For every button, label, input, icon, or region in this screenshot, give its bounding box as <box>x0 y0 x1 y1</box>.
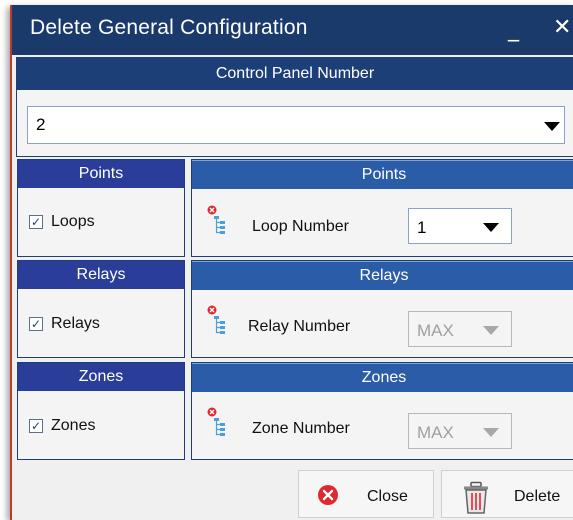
control-panel-header: Control Panel Number <box>17 58 573 90</box>
relays-left-box: Relays ✓ Relays <box>17 260 185 358</box>
title-bar[interactable]: Delete General Configuration _ ✕ <box>12 5 573 55</box>
chevron-down-icon <box>544 122 560 131</box>
zone-number-label: Zone Number <box>252 420 350 437</box>
trash-can-icon <box>464 481 488 514</box>
loop-number-select[interactable]: 1 <box>408 208 512 244</box>
chevron-down-icon <box>483 326 499 335</box>
zones-left-box: Zones ✓ Zones <box>17 362 185 460</box>
relays-checkbox-label: Relays <box>51 315 100 332</box>
loops-checkbox-label: Loops <box>51 213 95 230</box>
points-left-box: Points ✓ Loops <box>17 159 185 257</box>
relays-right-box: Relays Relay Number MAX <box>191 260 573 358</box>
delete-button-label: Delete <box>514 488 561 505</box>
relays-left-header: Relays <box>18 261 184 289</box>
window-title: Delete General Configuration <box>30 16 308 39</box>
zones-checkbox-label: Zones <box>51 417 96 434</box>
control-panel-select[interactable]: 2 <box>27 106 565 144</box>
chevron-down-icon <box>483 223 499 232</box>
close-button[interactable]: Close <box>298 470 434 518</box>
zones-left-header: Zones <box>18 363 184 391</box>
points-right-box: Points Loop Number 1 <box>191 159 573 257</box>
zones-checkbox[interactable]: ✓ <box>29 419 43 433</box>
relay-number-label: Relay Number <box>248 318 351 335</box>
red-x-circle-icon <box>318 485 338 505</box>
close-button-label: Close <box>367 488 408 505</box>
close-window-button[interactable]: ✕ <box>553 15 571 40</box>
control-panel-group: Control Panel Number 2 <box>16 57 573 157</box>
relay-number-value: MAX <box>417 321 454 340</box>
loop-number-value: 1 <box>417 218 427 237</box>
relays-right-header: Relays <box>192 261 573 290</box>
chevron-down-icon <box>483 428 499 437</box>
zone-number-select[interactable]: MAX <box>408 413 512 449</box>
zone-number-value: MAX <box>417 423 454 442</box>
delete-button[interactable]: Delete <box>441 470 573 518</box>
zones-right-header: Zones <box>192 363 573 392</box>
tree-structure-delete-icon <box>207 407 225 436</box>
tree-structure-delete-icon <box>207 305 225 334</box>
points-left-header: Points <box>18 160 184 188</box>
dialog-window: Delete General Configuration _ ✕ Control… <box>10 5 573 520</box>
loops-checkbox[interactable]: ✓ <box>29 215 43 229</box>
minimize-button[interactable]: _ <box>508 17 519 42</box>
points-right-header: Points <box>192 160 573 189</box>
relay-number-select[interactable]: MAX <box>408 311 512 347</box>
tree-structure-delete-icon <box>207 205 225 234</box>
zones-right-box: Zones Zone Number MAX <box>191 362 573 460</box>
loop-number-label: Loop Number <box>252 218 349 235</box>
control-panel-value: 2 <box>36 115 46 134</box>
relays-checkbox[interactable]: ✓ <box>29 317 43 331</box>
